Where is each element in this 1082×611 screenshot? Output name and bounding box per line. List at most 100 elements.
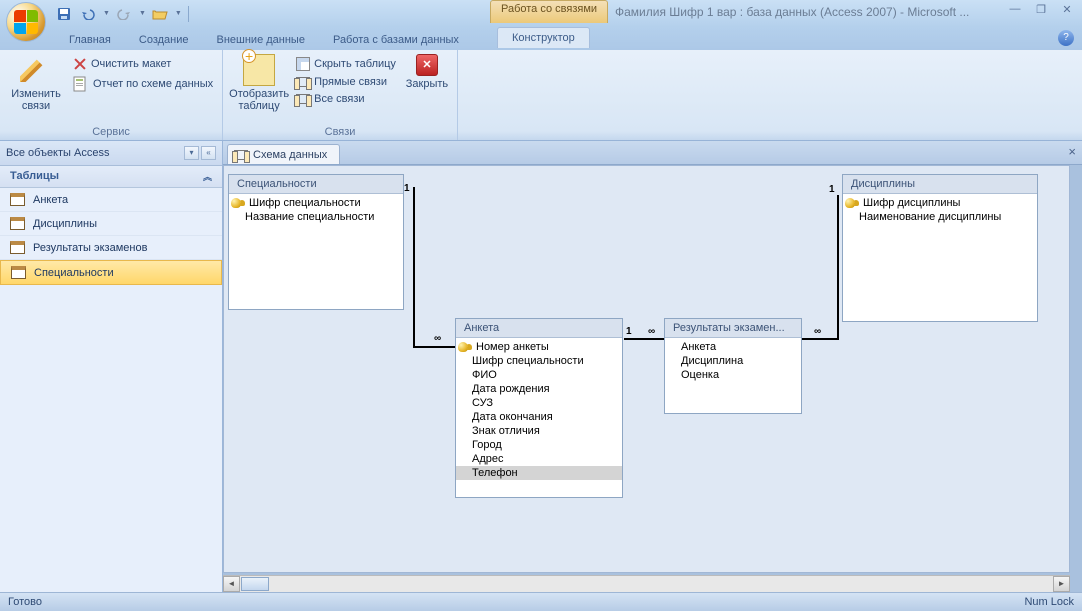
window-title: Фамилия Шифр 1 вар : база данных (Access… — [615, 5, 969, 19]
scroll-left-button[interactable]: ◄ — [223, 576, 240, 592]
rel-cardinality-many: ∞ — [648, 326, 655, 337]
table-field[interactable]: Название специальности — [229, 210, 403, 224]
scroll-thumb[interactable] — [241, 577, 269, 591]
table-icon — [10, 241, 25, 254]
status-numlock: Num Lock — [1024, 596, 1074, 608]
navpane-filter-dropdown[interactable]: ▾ — [184, 146, 199, 160]
scroll-right-button[interactable]: ► — [1053, 576, 1070, 592]
qat-more-dropdown[interactable]: ▼ — [175, 10, 182, 17]
close-button[interactable]: ✕ — [1058, 3, 1076, 16]
navigation-pane: Все объекты Access ▾ « Таблицы ︽ Анкета Д… — [0, 141, 223, 592]
contextual-tab-group: Работа со связями — [490, 0, 608, 23]
table-field[interactable]: Шифр специальности — [229, 196, 403, 210]
doc-close-button[interactable]: × — [1068, 144, 1076, 159]
table-specialties[interactable]: Специальности Шифр специальностиНазвание… — [228, 174, 404, 310]
close-icon: ✕ — [416, 54, 438, 76]
navpane-item[interactable]: Специальности — [0, 260, 222, 285]
table-anketa[interactable]: Анкета Номер анкетыШифр специальностиФИО… — [455, 318, 623, 498]
clear-layout-button[interactable]: Очистить макет — [70, 55, 216, 73]
table-field[interactable]: Наименование дисциплины — [843, 210, 1037, 224]
ribbon-tabs: Главная Создание Внешние данные Работа с… — [0, 27, 1082, 50]
tablebox-title[interactable]: Результаты экзамен... — [665, 319, 801, 338]
help-icon[interactable]: ? — [1058, 30, 1074, 46]
document-tabs: Схема данных × — [223, 141, 1082, 165]
show-table-button[interactable]: Отобразить таблицу — [229, 52, 289, 112]
table-field[interactable]: Знак отличия — [456, 424, 622, 438]
undo-icon[interactable] — [78, 4, 98, 24]
table-field[interactable]: Телефон — [456, 466, 622, 480]
office-button[interactable] — [6, 2, 46, 42]
navpane-header[interactable]: Все объекты Access ▾ « — [0, 141, 222, 166]
minimize-button[interactable]: — — [1006, 3, 1024, 16]
hide-table-icon — [296, 57, 310, 71]
table-field[interactable]: Город — [456, 438, 622, 452]
tab-external-data[interactable]: Внешние данные — [203, 30, 319, 50]
rel-cardinality-one: 1 — [404, 183, 410, 194]
rel-cardinality-one: 1 — [829, 184, 835, 195]
schema-icon — [234, 150, 248, 160]
redo-dropdown[interactable]: ▼ — [139, 10, 146, 17]
relationships-canvas[interactable]: 1 ∞ 1 ∞ ∞ 1 Специальности Шифр специальн… — [223, 165, 1070, 573]
table-results[interactable]: Результаты экзамен... АнкетаДисциплинаОц… — [664, 318, 802, 414]
redo-icon[interactable] — [114, 4, 134, 24]
tab-design[interactable]: Конструктор — [497, 27, 590, 48]
table-disciplines[interactable]: Дисциплины Шифр дисциплиныНаименование д… — [842, 174, 1038, 322]
navpane-item[interactable]: Анкета — [0, 188, 222, 212]
table-field[interactable]: СУЗ — [456, 396, 622, 410]
save-icon[interactable] — [54, 4, 74, 24]
hide-table-button[interactable]: Скрыть таблицу — [293, 55, 399, 73]
navpane-item[interactable]: Результаты экзаменов — [0, 236, 222, 260]
status-ready: Готово — [8, 596, 42, 608]
edit-relationships-button[interactable]: Изменить связи — [6, 52, 66, 112]
table-field[interactable]: Дата окончания — [456, 410, 622, 424]
doc-tab-schema[interactable]: Схема данных — [227, 144, 340, 164]
direct-relationships-button[interactable]: Прямые связи — [293, 74, 399, 90]
table-field[interactable]: ФИО — [456, 368, 622, 382]
navpane-item-label: Специальности — [34, 267, 114, 279]
table-field[interactable]: Дисциплина — [665, 354, 801, 368]
tablebox-title[interactable]: Анкета — [456, 319, 622, 338]
table-field[interactable]: Дата рождения — [456, 382, 622, 396]
horizontal-scrollbar[interactable]: ◄ ► — [223, 575, 1070, 592]
all-rel-icon — [296, 94, 310, 104]
open-icon[interactable] — [150, 4, 170, 24]
table-field[interactable]: Анкета — [665, 340, 801, 354]
ribbon-group-relationships: Отобразить таблицу Скрыть таблицу Прямые… — [223, 50, 458, 140]
quick-access-toolbar: ▼ ▼ ▼ — [54, 4, 191, 24]
collapse-section-icon: ︽ — [203, 170, 212, 183]
table-field[interactable]: Шифр дисциплины — [843, 196, 1037, 210]
relationship-report-button[interactable]: Отчет по схеме данных — [70, 74, 216, 94]
rel-cardinality-many: ∞ — [814, 326, 821, 337]
navpane-item[interactable]: Дисциплины — [0, 212, 222, 236]
restore-button[interactable]: ❐ — [1032, 3, 1050, 16]
tablebox-title[interactable]: Дисциплины — [843, 175, 1037, 194]
statusbar: Готово Num Lock — [0, 592, 1082, 611]
pencil-icon — [20, 54, 48, 82]
navpane-collapse-button[interactable]: « — [201, 146, 216, 160]
navpane-section-tables[interactable]: Таблицы ︽ — [0, 166, 222, 188]
ribbon-group-label: Связи — [229, 124, 451, 140]
report-icon — [73, 76, 89, 92]
all-relationships-button[interactable]: Все связи — [293, 91, 399, 107]
tab-create[interactable]: Создание — [125, 30, 203, 50]
tablebox-title[interactable]: Специальности — [229, 175, 403, 194]
table-field[interactable]: Оценка — [665, 368, 801, 382]
rel-cardinality-many: ∞ — [434, 333, 441, 344]
navpane-item-label: Анкета — [33, 194, 68, 206]
navpane-item-label: Результаты экзаменов — [33, 242, 147, 254]
table-field[interactable]: Номер анкеты — [456, 340, 622, 354]
table-icon — [10, 217, 25, 230]
ribbon: Изменить связи Очистить макет Отчет по с… — [0, 50, 1082, 141]
table-icon — [11, 266, 26, 279]
table-field[interactable]: Шифр специальности — [456, 354, 622, 368]
tab-home[interactable]: Главная — [55, 30, 125, 50]
tab-database-tools[interactable]: Работа с базами данных — [319, 30, 473, 50]
table-field[interactable]: Адрес — [456, 452, 622, 466]
ribbon-group-tools: Изменить связи Очистить макет Отчет по с… — [0, 50, 223, 140]
close-relationships-button[interactable]: ✕ Закрыть — [403, 52, 451, 90]
titlebar: ▼ ▼ ▼ Работа со связями Фамилия Шифр 1 в… — [0, 0, 1082, 27]
navpane-item-label: Дисциплины — [33, 218, 97, 230]
undo-dropdown[interactable]: ▼ — [103, 10, 110, 17]
table-icon — [10, 193, 25, 206]
clear-icon — [73, 57, 87, 71]
